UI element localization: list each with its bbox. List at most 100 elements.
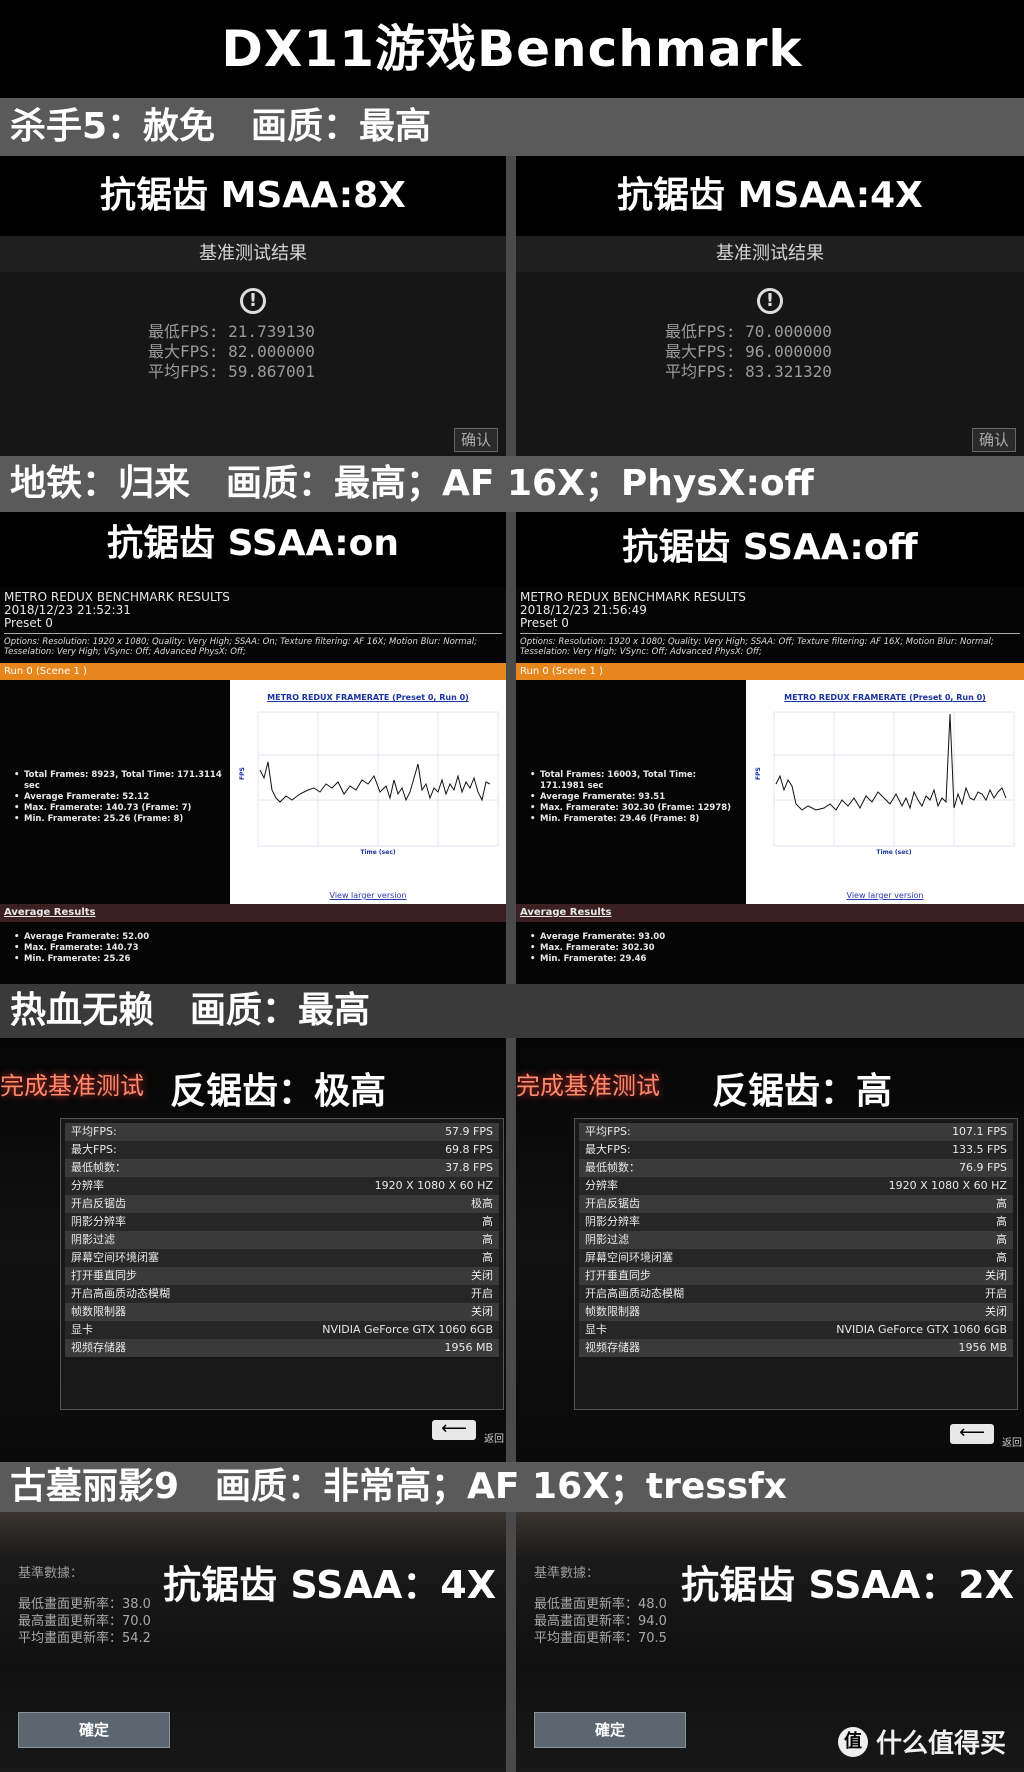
benchmark-complete-label: 完成基准测试 bbox=[0, 1072, 144, 1100]
min-fps: 最低畫面更新率：48.0 bbox=[534, 1597, 667, 1612]
row-label: 显卡 bbox=[585, 1323, 607, 1336]
row-label: 屏幕空间环境闭塞 bbox=[71, 1251, 159, 1264]
row-label: 平均FPS: bbox=[585, 1125, 631, 1138]
row-value: 76.9 FPS bbox=[959, 1161, 1007, 1174]
view-larger-link[interactable]: View larger version bbox=[230, 891, 506, 900]
row-label: 帧数限制器 bbox=[585, 1305, 640, 1318]
row-value: 1920 X 1080 X 60 HZ bbox=[374, 1179, 493, 1192]
table-row: 平均FPS: 107.1 FPS bbox=[579, 1123, 1013, 1141]
run-header: Run 0 (Scene 1 ) bbox=[0, 663, 506, 680]
row-label: 平均FPS: bbox=[71, 1125, 117, 1138]
row-label: 阴影分辨率 bbox=[585, 1215, 640, 1228]
table-row: 屏幕空间环境闭塞 高 bbox=[65, 1249, 499, 1267]
avg-fps: 平均FPS: 59.867001 bbox=[148, 362, 315, 381]
list-item: Max. Framerate: 302.30 bbox=[530, 943, 1024, 954]
section-tomb-raider: 古墓丽影9 画质：非常高；AF 16X；tressfx bbox=[0, 1462, 1024, 1512]
table-row: 最大FPS: 69.8 FPS bbox=[65, 1141, 499, 1159]
run-row: Total Frames: 8923, Total Time: 171.3114… bbox=[0, 680, 506, 904]
metro-panel-ssaa-on: 抗锯齿 SSAA:on METRO REDUX BENCHMARK RESULT… bbox=[0, 512, 506, 984]
row-value: 1956 MB bbox=[444, 1341, 493, 1354]
site-watermark: 值 什么值得买 bbox=[837, 1723, 1006, 1760]
back-label[interactable]: 返回 bbox=[1002, 1434, 1022, 1449]
row-value: 关闭 bbox=[985, 1269, 1007, 1282]
list-item: Max. Framerate: 302.30 (Frame: 12978) bbox=[530, 803, 740, 814]
framerate-graph: Time (sec) FPS bbox=[239, 711, 499, 856]
framerate-chart: METRO REDUX FRAMERATE (Preset 0, Run 0) … bbox=[746, 680, 1024, 904]
section-sleeping-dogs: 热血无赖 画质：最高 bbox=[0, 984, 1024, 1038]
row-value: 107.1 FPS bbox=[952, 1125, 1007, 1138]
results-table: 平均FPS: 107.1 FPS 最大FPS: 133.5 FPS 最低帧数： 76.9 … bbox=[574, 1118, 1018, 1410]
aa-label: 抗锯齿 MSAA:4X bbox=[516, 156, 1024, 236]
aa-label: 抗锯齿 SSAA:on bbox=[0, 512, 506, 587]
section-metro: 地铁：归来 画质：最高；AF 16X；PhysX:off bbox=[0, 456, 1024, 512]
table-row: 帧数限制器 关闭 bbox=[65, 1303, 499, 1321]
row-value: 高 bbox=[482, 1215, 493, 1228]
table-row: 平均FPS: 57.9 FPS bbox=[65, 1123, 499, 1141]
table-row: 显卡 NVIDIA GeForce GTX 1060 6GB bbox=[579, 1321, 1013, 1339]
table-row: 开启高画质动态模糊 开启 bbox=[579, 1285, 1013, 1303]
fps-stats: 最低畫面更新率：38.0 最高畫面更新率：70.0 平均畫面更新率：54.2 bbox=[18, 1596, 151, 1647]
row-value: 关闭 bbox=[471, 1269, 493, 1282]
min-fps: 最低FPS: 21.739130 bbox=[148, 322, 315, 341]
avg-fps: 平均畫面更新率：70.5 bbox=[534, 1631, 667, 1646]
table-row: 阴影分辨率 高 bbox=[579, 1213, 1013, 1231]
run-stats: Total Frames: 16003, Total Time: 171.198… bbox=[530, 770, 740, 825]
max-fps: 最高畫面更新率：94.0 bbox=[534, 1614, 667, 1629]
results-table: 平均FPS: 57.9 FPS 最大FPS: 69.8 FPS 最低帧数： 37.8 FP… bbox=[60, 1118, 504, 1410]
metro-panel-ssaa-off: 抗锯齿 SSAA:off METRO REDUX BENCHMARK RESUL… bbox=[516, 512, 1024, 984]
back-arrow-icon[interactable]: ⟵ bbox=[950, 1424, 994, 1444]
confirm-button[interactable]: 确认 bbox=[454, 428, 498, 452]
list-item: Min. Framerate: 25.26 (Frame: 8) bbox=[14, 814, 224, 825]
table-row: 视频存储器 1956 MB bbox=[579, 1339, 1013, 1357]
aa-label: 抗锯齿 MSAA:8X bbox=[0, 156, 506, 236]
row-value: NVIDIA GeForce GTX 1060 6GB bbox=[836, 1323, 1007, 1336]
back-label[interactable]: 返回 bbox=[484, 1430, 504, 1445]
average-results-header[interactable]: Average Results bbox=[516, 904, 1024, 922]
run-stats: Total Frames: 8923, Total Time: 171.3114… bbox=[14, 770, 224, 825]
hitman-panel-msaa4x: 抗锯齿 MSAA:4X 基准测试结果 ! 最低FPS: 70.000000 最大… bbox=[516, 156, 1024, 456]
report-date: 2018/12/23 21:56:49 bbox=[520, 603, 647, 617]
row-label: 开启反锯齿 bbox=[71, 1197, 126, 1210]
sleeping-dogs-panel-ultra: 完成基准测试 反锯齿：极高 平均FPS: 57.9 FPS 最大FPS: 69.8 F… bbox=[0, 1038, 506, 1462]
aa-label: 反锯齿：极高 bbox=[170, 1071, 387, 1112]
table-row: 阴影过滤 高 bbox=[579, 1231, 1013, 1249]
list-item: Max. Framerate: 140.73 (Frame: 7) bbox=[14, 803, 224, 814]
row-label: 阴影过滤 bbox=[585, 1233, 629, 1246]
divider bbox=[4, 633, 502, 634]
confirm-button[interactable]: 確定 bbox=[534, 1712, 686, 1748]
confirm-button[interactable]: 確定 bbox=[18, 1712, 170, 1748]
alert-icon: ! bbox=[757, 288, 783, 314]
list-item: Average Framerate: 93.00 bbox=[530, 932, 1024, 943]
list-item: Min. Framerate: 25.26 bbox=[14, 954, 506, 965]
row-label: 分辨率 bbox=[71, 1179, 104, 1192]
run-header: Run 0 (Scene 1 ) bbox=[516, 663, 1024, 680]
row-label: 开启反锯齿 bbox=[585, 1197, 640, 1210]
fps-stats: 最低FPS: 70.000000 最大FPS: 96.000000 平均FPS:… bbox=[665, 322, 875, 382]
table-row: 显卡 NVIDIA GeForce GTX 1060 6GB bbox=[65, 1321, 499, 1339]
section-hitman: 杀手5：赦免 画质：最高 bbox=[0, 98, 1024, 156]
framerate-line bbox=[775, 713, 1007, 811]
row-value: 1956 MB bbox=[958, 1341, 1007, 1354]
benchmark-data-label: 基準數據： bbox=[534, 1566, 600, 1581]
view-larger-link[interactable]: View larger version bbox=[746, 891, 1024, 900]
max-fps: 最高畫面更新率：70.0 bbox=[18, 1614, 151, 1629]
row-label: 开启高画质动态模糊 bbox=[585, 1287, 684, 1300]
row-value: 1920 X 1080 X 60 HZ bbox=[888, 1179, 1007, 1192]
list-item: Min. Framerate: 29.46 (Frame: 8) bbox=[530, 814, 740, 825]
report-options: Options: Resolution: 1920 x 1080; Qualit… bbox=[520, 637, 994, 657]
benchmark-report: METRO REDUX BENCHMARK RESULTS 2018/12/23… bbox=[516, 587, 1024, 984]
back-arrow-icon[interactable]: ⟵ bbox=[432, 1420, 476, 1440]
divider bbox=[506, 156, 516, 456]
row-label: 最低帧数： bbox=[585, 1161, 640, 1174]
row-label: 屏幕空间环境闭塞 bbox=[585, 1251, 673, 1264]
benchmark-dialog: 基准测试结果 ! 最低FPS: 21.739130 最大FPS: 82.0000… bbox=[0, 236, 506, 456]
row-value: 开启 bbox=[471, 1287, 493, 1300]
divider bbox=[520, 633, 1020, 634]
max-fps: 最大FPS: 96.000000 bbox=[665, 342, 832, 361]
y-axis-label: FPS bbox=[755, 767, 762, 780]
average-results-header[interactable]: Average Results bbox=[0, 904, 506, 922]
framerate-chart: METRO REDUX FRAMERATE (Preset 0, Run 0) … bbox=[230, 680, 506, 904]
benchmark-dialog: 基准测试结果 ! 最低FPS: 70.000000 最大FPS: 96.0000… bbox=[516, 236, 1024, 456]
aa-label: 抗锯齿 SSAA：2X bbox=[681, 1563, 1014, 1607]
confirm-button[interactable]: 确认 bbox=[972, 428, 1016, 452]
